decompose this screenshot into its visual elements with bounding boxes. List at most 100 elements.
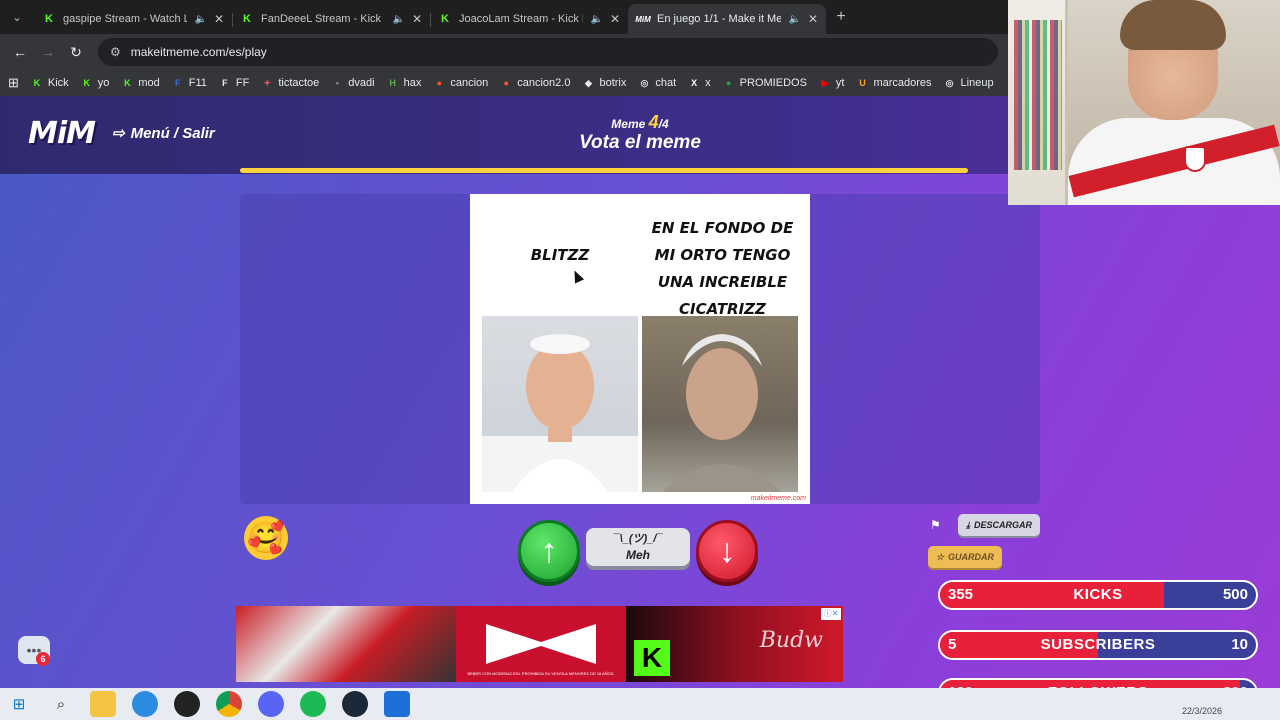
edge-icon[interactable]	[132, 691, 158, 717]
close-tab-icon[interactable]: ✕	[808, 12, 818, 26]
bookmark-icon: ◎	[640, 77, 649, 88]
shrug-face: ¯\_(ツ)_/¯	[613, 533, 663, 545]
bookmark-item[interactable]: ● PROMIEDOS	[723, 77, 807, 89]
bookmark-label: dvadi	[348, 77, 375, 89]
site-info-icon[interactable]: ⚙	[110, 45, 121, 59]
url-bar[interactable]: ⚙ makeitmeme.com/es/play	[98, 38, 998, 66]
forward-arrow-icon[interactable]: →	[36, 40, 60, 64]
meme-counter: Meme 4/4	[540, 112, 740, 133]
arrow-down-icon: ↓	[718, 531, 736, 570]
reload-icon[interactable]: ↻	[64, 40, 88, 64]
bookmark-label: tictactoe	[278, 77, 320, 89]
bookmark-label: x	[705, 77, 711, 89]
bookmark-icon: H	[389, 78, 396, 88]
ad-product-image	[236, 606, 456, 682]
chrome-icon[interactable]	[216, 691, 242, 717]
bookmark-item[interactable]: ● cancion	[433, 77, 489, 89]
discord-icon[interactable]	[258, 691, 284, 717]
spotify-icon[interactable]	[300, 691, 326, 717]
meh-vote-button[interactable]: ¯\_(ツ)_/¯ Meh	[586, 528, 690, 566]
bookmark-item[interactable]: ✦ tictactoe	[261, 77, 320, 89]
goal-current: 355	[948, 586, 974, 603]
bookmark-icon: U	[859, 78, 866, 88]
bookmark-item[interactable]: F F11	[172, 77, 207, 89]
ad-bowtie-logo: BEBER CON MODERACIÓN. PROHIBIDA SU VENTA…	[456, 606, 626, 682]
emoji-reaction-button[interactable]: 🥰	[244, 516, 288, 560]
back-arrow-icon[interactable]: ←	[8, 40, 32, 64]
close-tab-icon[interactable]: ✕	[214, 12, 224, 26]
bookmark-item[interactable]: Xx	[688, 77, 711, 89]
bookmark-item[interactable]: K Kick	[31, 77, 69, 89]
close-tab-icon[interactable]: ✕	[412, 12, 422, 26]
tab-title: FanDeeeL Stream - Kick Da	[261, 13, 386, 25]
app-icon[interactable]	[384, 691, 410, 717]
round-timer-bar	[240, 168, 968, 173]
search-icon[interactable]: ⌕	[48, 691, 74, 717]
arrow-up-icon: ↑	[540, 531, 558, 570]
bookmark-icon: •	[335, 78, 339, 88]
bookmark-item[interactable]: Umarcadores	[856, 77, 931, 89]
goal-label: KICKS	[1073, 586, 1123, 603]
kick-icon: K	[243, 13, 251, 25]
downvote-button[interactable]: ↓	[696, 520, 758, 582]
download-button[interactable]: ⤓ DESCARGAR	[958, 514, 1040, 536]
bookmark-label: botrix	[599, 77, 627, 89]
meme-image: BLITZZ EN EL FONDO DE MI ORTO TENGO UNA …	[470, 194, 810, 504]
menu-exit-button[interactable]: ⇨ Menú / Salir	[112, 124, 215, 143]
tab-make-it-meme[interactable]: MiM En juego 1/1 - Make it Meme 🔈 ✕	[628, 4, 826, 34]
bookmark-icon: K	[83, 78, 90, 88]
goal-bar-subscribers: SUBSCRIBERS 5 10	[938, 630, 1258, 660]
bookmark-label: Lineup	[960, 77, 994, 89]
ad-brand-text: Budw	[759, 628, 823, 653]
steam-icon[interactable]	[342, 691, 368, 717]
tab-fandeeel[interactable]: K FanDeeeL Stream - Kick Da 🔈 ✕	[232, 4, 430, 34]
ad-disclaimer: BEBER CON MODERACIÓN. PROHIBIDA SU VENTA…	[467, 671, 615, 676]
save-button[interactable]: ☆ GUARDAR	[928, 546, 1002, 568]
tab-title: JoacoLam Stream - Kick Da	[459, 13, 584, 25]
bookmark-item[interactable]: ▶ yt	[819, 77, 844, 89]
tab-gaspipe[interactable]: K gaspipe Stream - Watch Live 🔈 ✕	[34, 4, 232, 34]
obs-icon[interactable]	[174, 691, 200, 717]
bookmark-item[interactable]: • dvadi	[331, 77, 375, 89]
bookmark-item[interactable]: ● cancion2.0	[500, 77, 571, 89]
bookmark-label: cancion	[450, 77, 489, 89]
speaker-icon[interactable]: 🔈	[590, 14, 602, 25]
bookmark-item[interactable]: Hhax	[387, 77, 421, 89]
new-tab-icon[interactable]: +	[826, 8, 856, 26]
speaker-icon[interactable]: 🔈	[788, 14, 800, 25]
bookmark-item[interactable]: Kyo	[81, 77, 109, 89]
bookmark-item[interactable]: ◎ chat	[638, 77, 676, 89]
apps-grid-icon[interactable]: ⊞	[8, 75, 19, 91]
speaker-icon[interactable]: 🔈	[392, 14, 404, 25]
goal-max: 500	[1222, 586, 1248, 603]
file-explorer-icon[interactable]	[90, 691, 116, 717]
tab-title: En juego 1/1 - Make it Meme	[657, 13, 782, 25]
ad-info-icon[interactable]: ⓘ✕	[821, 608, 841, 620]
tab-search-chevron-icon[interactable]: ⌄	[0, 0, 34, 34]
bookmark-item[interactable]: F FF	[219, 77, 249, 89]
meme-caption-left: BLITZZ	[530, 246, 590, 264]
speaker-icon[interactable]: 🔈	[194, 14, 206, 25]
bookmark-label: Kick	[47, 77, 69, 89]
save-label: GUARDAR	[948, 552, 995, 562]
url-text: makeitmeme.com/es/play	[130, 45, 267, 59]
bookmark-icon: ✦	[263, 77, 272, 88]
windows-icon[interactable]: ⊞	[6, 691, 32, 717]
bookmark-label: marcadores	[873, 77, 932, 89]
ad-banner[interactable]: BEBER CON MODERACIÓN. PROHIBIDA SU VENTA…	[236, 606, 843, 682]
bookmark-item[interactable]: ◆ botrix	[582, 77, 626, 89]
goal-max: 10	[1231, 636, 1248, 653]
bookmark-item[interactable]: ◎ Lineup	[944, 77, 994, 89]
kick-logo-icon: K	[634, 640, 670, 676]
address-toolbar: ← → ↻ ⚙ makeitmeme.com/es/play	[0, 34, 1010, 70]
close-tab-icon[interactable]: ✕	[610, 12, 620, 26]
report-flag-icon[interactable]: ⚑	[930, 518, 941, 532]
ad-brand-panel: K Budw ⓘ✕	[626, 606, 843, 682]
upvote-button[interactable]: ↑	[518, 520, 580, 582]
bookmark-label: FF	[235, 77, 250, 89]
meme-watermark: makeitmeme.com	[750, 495, 806, 502]
tab-joacolam[interactable]: K JoacoLam Stream - Kick Da 🔈 ✕	[430, 4, 628, 34]
meme-photo-right	[642, 316, 798, 492]
bookmark-item[interactable]: Kmod	[121, 77, 160, 89]
mim-logo[interactable]: MiM	[28, 116, 96, 151]
